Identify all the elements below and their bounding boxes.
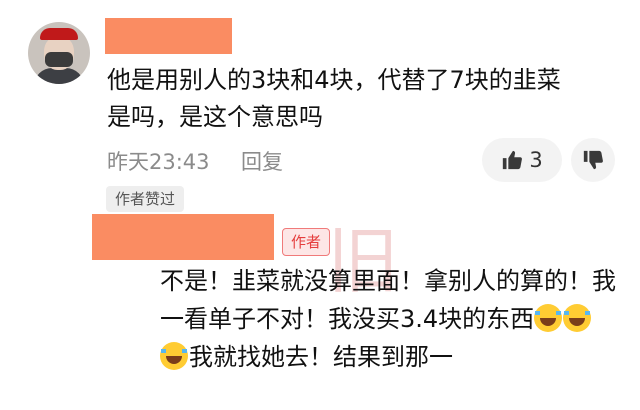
avatar-mask-shape (45, 52, 73, 67)
comment-text-line2: 是吗，是这个意思吗 (107, 103, 323, 131)
author-liked-tag: 作者赞过 (106, 186, 185, 212)
reply-text: 不是！韭菜就没算里面！拿别人的算的！我一看单子不对！我没买3.4块的东西我就找她… (160, 262, 616, 376)
like-count: 3 (529, 148, 543, 172)
comment-text: 他是用别人的3块和4块，代替了7块的韭菜 是吗，是这个意思吗 (107, 62, 627, 136)
thumbs-up-icon (503, 150, 523, 170)
like-button[interactable]: 3 (482, 138, 562, 182)
laughing-crying-emoji-icon (160, 342, 188, 370)
redacted-username[interactable] (105, 18, 232, 54)
avatar-body-shape (34, 68, 84, 84)
avatar-hat-shape (40, 28, 78, 40)
laughing-crying-emoji-icon (534, 304, 563, 332)
reply-text-part2: 我就找她去！结果到那一 (189, 343, 453, 371)
dislike-button[interactable] (571, 138, 615, 182)
commenter-avatar[interactable] (28, 22, 90, 84)
comment-text-line1: 他是用别人的3块和4块，代替了7块的韭菜 (107, 66, 561, 94)
author-badge: 作者 (282, 228, 331, 256)
reply-button[interactable]: 回复 (241, 146, 283, 176)
comment-timestamp: 昨天23:43 (107, 150, 210, 174)
redacted-author-name[interactable] (92, 214, 274, 260)
thumbs-down-icon (583, 150, 603, 170)
laughing-crying-emoji-icon (563, 304, 592, 332)
